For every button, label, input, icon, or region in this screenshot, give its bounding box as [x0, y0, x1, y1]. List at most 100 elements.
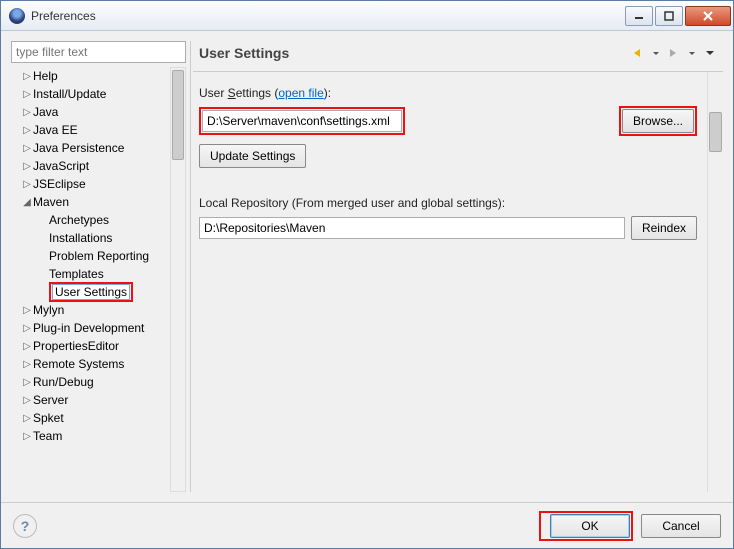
tree-item-label: JavaScript	[33, 159, 89, 173]
tree-item-label: Templates	[49, 267, 104, 281]
tree-item-label: Remote Systems	[33, 357, 124, 371]
tree-item[interactable]: User Settings	[11, 283, 170, 301]
tree-wrap: ▷Help▷Install/Update▷Java▷Java EE▷Java P…	[11, 67, 186, 492]
tree-item[interactable]: ▷Java Persistence	[11, 139, 170, 157]
expand-icon[interactable]: ▷	[21, 71, 33, 82]
tree-item-label: Java	[33, 105, 58, 119]
expand-icon[interactable]: ▷	[21, 107, 33, 118]
ok-button[interactable]: OK	[550, 514, 630, 538]
tree-item-label: Spket	[33, 411, 64, 425]
highlight-box: Browse...	[619, 106, 697, 136]
tree-item-label: Archetypes	[49, 213, 109, 227]
tree-item[interactable]: ▷JavaScript	[11, 157, 170, 175]
tree-item[interactable]: ▷Spket	[11, 409, 170, 427]
tree-item[interactable]: Installations	[11, 229, 170, 247]
local-repo-label: Local Repository (From merged user and g…	[199, 196, 717, 210]
minimize-button[interactable]	[625, 6, 653, 26]
tree-item-label: Run/Debug	[33, 375, 94, 389]
tree-item[interactable]: ▷Mylyn	[11, 301, 170, 319]
tree-item[interactable]: ▷Run/Debug	[11, 373, 170, 391]
tree-item[interactable]: ▷PropertiesEditor	[11, 337, 170, 355]
scrollbar-thumb[interactable]	[172, 70, 184, 160]
tree-item[interactable]: ▷Server	[11, 391, 170, 409]
content-scrollbar[interactable]	[707, 72, 723, 492]
tree-item-label: User Settings	[52, 284, 130, 300]
tree-item[interactable]: ◢Maven	[11, 193, 170, 211]
tree-item[interactable]: ▷Plug-in Development	[11, 319, 170, 337]
expand-icon[interactable]: ▷	[21, 125, 33, 136]
tree-item[interactable]: ▷JSEclipse	[11, 175, 170, 193]
tree-item[interactable]: Archetypes	[11, 211, 170, 229]
collapse-icon[interactable]: ◢	[21, 197, 33, 208]
highlight-box: OK	[539, 511, 633, 541]
tree-item-label: Installations	[49, 231, 112, 245]
local-repo-input[interactable]	[199, 217, 625, 239]
highlight-box	[199, 107, 405, 135]
scrollbar-thumb[interactable]	[709, 112, 722, 152]
back-icon[interactable]	[629, 45, 645, 61]
tree-item-label: PropertiesEditor	[33, 339, 119, 353]
user-settings-input[interactable]	[202, 110, 402, 132]
expand-icon[interactable]: ▷	[21, 179, 33, 190]
reindex-button[interactable]: Reindex	[631, 216, 697, 240]
tree-item-label: Mylyn	[33, 303, 64, 317]
browse-button[interactable]: Browse...	[622, 109, 694, 133]
window-title: Preferences	[31, 9, 625, 23]
highlight-box: User Settings	[49, 282, 133, 302]
cancel-button[interactable]: Cancel	[641, 514, 721, 538]
tree-item[interactable]: ▷Java EE	[11, 121, 170, 139]
preferences-window: Preferences ▷Help▷Install/Update▷Java▷Ja…	[0, 0, 734, 549]
tree-item-label: Problem Reporting	[49, 249, 149, 263]
maximize-button[interactable]	[655, 6, 683, 26]
expand-icon[interactable]: ▷	[21, 377, 33, 388]
filter-input[interactable]	[11, 41, 186, 63]
tree-item[interactable]: Problem Reporting	[11, 247, 170, 265]
right-panel: User Settings User Settings (open file):	[193, 41, 723, 492]
expand-icon[interactable]: ▷	[21, 143, 33, 154]
help-button[interactable]: ?	[13, 514, 37, 538]
tree-scrollbar[interactable]	[170, 67, 186, 492]
expand-icon[interactable]: ▷	[21, 89, 33, 100]
expand-icon[interactable]: ▷	[21, 305, 33, 316]
expand-icon[interactable]: ▷	[21, 431, 33, 442]
tree-item[interactable]: Templates	[11, 265, 170, 283]
eclipse-icon	[9, 8, 25, 24]
tree-item[interactable]: ▷Remote Systems	[11, 355, 170, 373]
tree-item-label: Help	[33, 69, 58, 83]
page-title: User Settings	[199, 45, 629, 61]
preferences-tree[interactable]: ▷Help▷Install/Update▷Java▷Java EE▷Java P…	[11, 67, 170, 492]
expand-icon[interactable]: ▷	[21, 359, 33, 370]
tree-item[interactable]: ▷Team	[11, 427, 170, 445]
tree-item-label: Server	[33, 393, 68, 407]
forward-menu-icon[interactable]	[683, 45, 699, 61]
expand-icon[interactable]: ▷	[21, 341, 33, 352]
expand-icon[interactable]: ▷	[21, 323, 33, 334]
tree-item-label: Java Persistence	[33, 141, 124, 155]
tree-item-label: Team	[33, 429, 62, 443]
tree-item[interactable]: ▷Help	[11, 67, 170, 85]
forward-icon[interactable]	[665, 45, 681, 61]
update-settings-button[interactable]: Update Settings	[199, 144, 306, 168]
footer: ? OK Cancel	[1, 502, 733, 548]
close-button[interactable]	[685, 6, 731, 26]
tree-item[interactable]: ▷Java	[11, 103, 170, 121]
body: ▷Help▷Install/Update▷Java▷Java EE▷Java P…	[1, 31, 733, 502]
open-file-link[interactable]: open file	[278, 86, 323, 100]
page-header: User Settings	[193, 41, 723, 72]
tree-item[interactable]: ▷Install/Update	[11, 85, 170, 103]
user-settings-label: User Settings (open file):	[199, 86, 717, 100]
expand-icon[interactable]: ▷	[21, 395, 33, 406]
titlebar[interactable]: Preferences	[1, 1, 733, 31]
tree-item-label: Java EE	[33, 123, 78, 137]
tree-item-label: Install/Update	[33, 87, 106, 101]
back-menu-icon[interactable]	[647, 45, 663, 61]
view-menu-icon[interactable]	[701, 45, 717, 61]
tree-item-label: Plug-in Development	[33, 321, 144, 335]
content: User Settings (open file): Browse... Upd…	[193, 72, 723, 492]
tree-item-label: JSEclipse	[33, 177, 86, 191]
left-panel: ▷Help▷Install/Update▷Java▷Java EE▷Java P…	[11, 41, 191, 492]
nav-icons	[629, 45, 717, 61]
window-buttons	[625, 6, 731, 26]
expand-icon[interactable]: ▷	[21, 161, 33, 172]
expand-icon[interactable]: ▷	[21, 413, 33, 424]
